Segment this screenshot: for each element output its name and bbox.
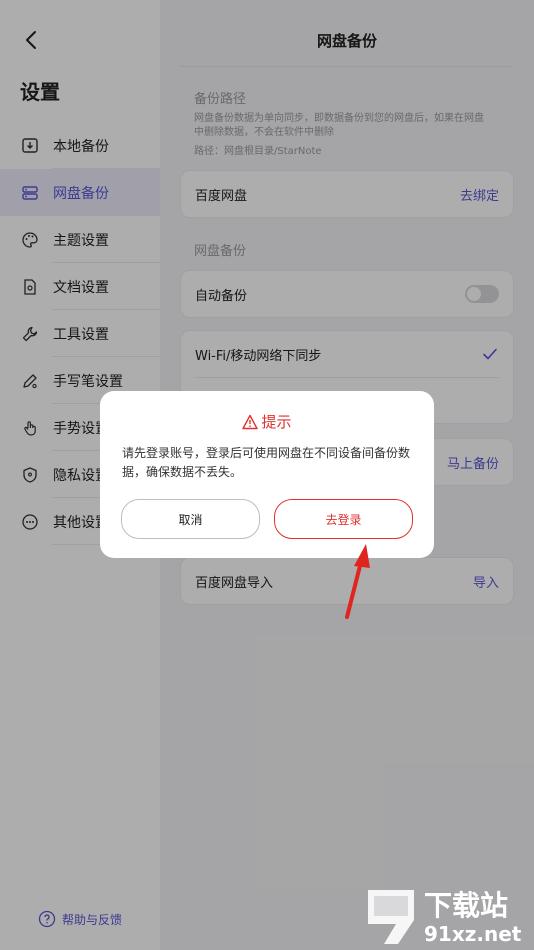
dialog-title-text: 提示 — [261, 413, 292, 431]
go-login-button[interactable]: 去登录 — [274, 499, 413, 539]
warning-icon — [242, 414, 259, 429]
cancel-button[interactable]: 取消 — [121, 499, 260, 539]
watermark: 下载站 91xz.net — [360, 884, 532, 950]
login-prompt-dialog: 提示 请先登录账号，登录后可使用网盘在不同设备间备份数据，确保数据不丢失。 取消… — [100, 391, 434, 558]
watermark-text: 下载站 — [424, 889, 509, 922]
watermark-logo-icon — [368, 890, 414, 944]
watermark-site: 91xz.net — [424, 922, 522, 946]
dialog-message: 请先登录账号，登录后可使用网盘在不同设备间备份数据，确保数据不丢失。 — [122, 446, 411, 479]
dialog-title: 提示 — [100, 411, 434, 432]
